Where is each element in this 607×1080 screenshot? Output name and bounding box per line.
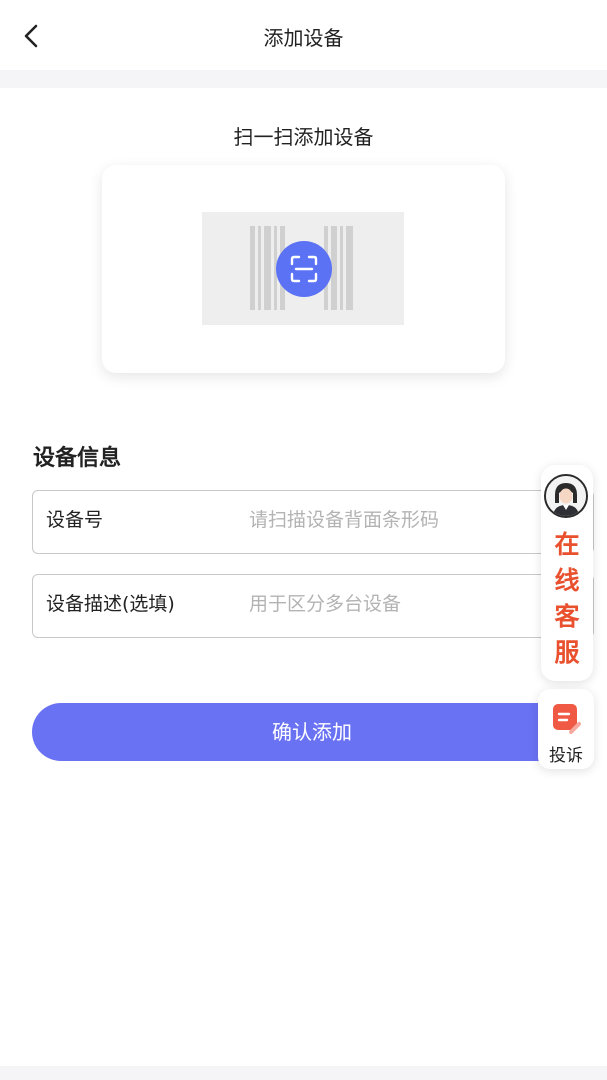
scan-card[interactable] — [102, 165, 505, 373]
service-agent-avatar — [544, 474, 588, 518]
online-service-button[interactable]: 在 线 客 服 — [541, 465, 593, 681]
confirm-add-button[interactable]: 确认添加 — [32, 703, 592, 761]
online-service-label: 在 线 客 服 — [554, 530, 580, 667]
header-divider — [0, 70, 607, 88]
scan-button[interactable] — [276, 241, 332, 297]
complaint-note-icon — [553, 704, 581, 734]
complaint-button[interactable]: 投诉 — [538, 689, 594, 769]
scan-title: 扫一扫添加设备 — [233, 125, 374, 149]
scan-icon — [290, 255, 318, 283]
barcode-illustration — [202, 212, 404, 325]
device-description-field[interactable]: 设备描述(选填) — [32, 574, 594, 638]
device-number-label: 设备号 — [46, 509, 104, 531]
page-title: 添加设备 — [263, 26, 344, 50]
device-info-heading: 设备信息 — [33, 446, 122, 471]
device-number-field[interactable]: 设备号 — [32, 490, 594, 554]
device-description-input[interactable] — [249, 589, 549, 619]
top-bar: 添加设备 — [0, 0, 607, 70]
bottom-divider — [0, 1066, 607, 1080]
device-description-label: 设备描述(选填) — [46, 593, 175, 615]
complaint-label: 投诉 — [549, 746, 583, 766]
device-number-input[interactable] — [249, 505, 549, 535]
